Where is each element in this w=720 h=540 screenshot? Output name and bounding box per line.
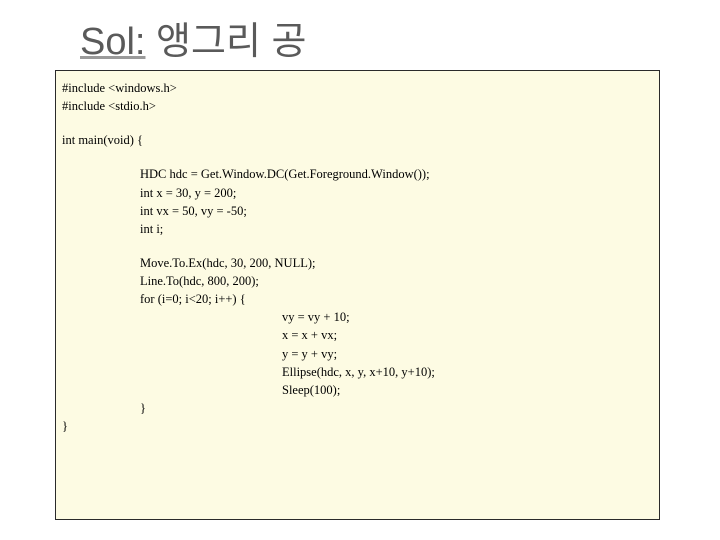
code-line: Ellipse(hdc, x, y, x+10, y+10); — [62, 363, 653, 381]
code-line: int i; — [62, 220, 653, 238]
code-line: #include <stdio.h> — [62, 97, 653, 115]
code-box: #include <windows.h> #include <stdio.h> … — [55, 70, 660, 520]
code-line: x = x + vx; — [62, 326, 653, 344]
slide: Sol: 앵그리 공 #include <windows.h> #include… — [0, 0, 720, 540]
code-line: y = y + vy; — [62, 345, 653, 363]
code-line: Move.To.Ex(hdc, 30, 200, NULL); — [62, 254, 653, 272]
code-line: int x = 30, y = 200; — [62, 184, 653, 202]
code-line: int vx = 50, vy = -50; — [62, 202, 653, 220]
code-line: for (i=0; i<20; i++) { — [62, 290, 653, 308]
code-line: HDC hdc = Get.Window.DC(Get.Foreground.W… — [62, 165, 653, 183]
title-prefix: Sol: — [80, 21, 145, 63]
code-line: int main(void) { — [62, 131, 653, 149]
slide-title: Sol: 앵그리 공 — [80, 10, 306, 65]
code-line: Line.To(hdc, 800, 200); — [62, 272, 653, 290]
code-line: } — [62, 417, 653, 435]
code-line: vy = vy + 10; — [62, 308, 653, 326]
code-line: #include <windows.h> — [62, 79, 653, 97]
code-line: Sleep(100); — [62, 381, 653, 399]
title-rest: 앵그리 공 — [145, 21, 306, 63]
code-line: } — [62, 399, 653, 417]
